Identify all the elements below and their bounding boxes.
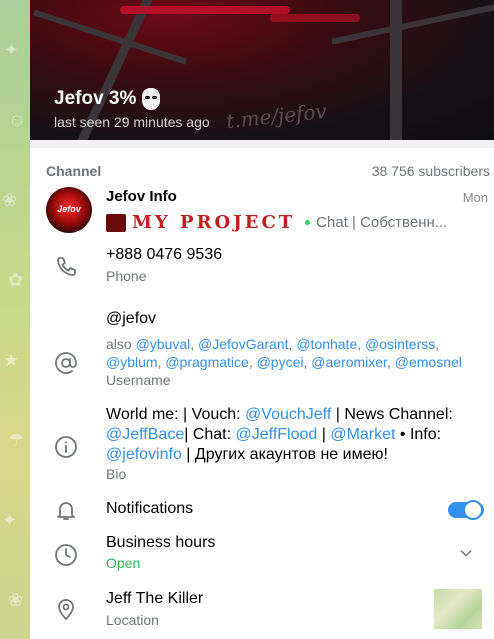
bio-link[interactable]: @Market bbox=[330, 426, 395, 443]
alias-link[interactable]: @osinterss bbox=[365, 336, 435, 352]
channel-section-label: Channel bbox=[46, 163, 102, 179]
business-hours-row[interactable]: Business hours Open bbox=[30, 533, 494, 583]
last-seen-status: last seen 29 minutes ago bbox=[54, 114, 210, 130]
bio-link[interactable]: @JeffFlood bbox=[236, 426, 318, 443]
location-map-thumbnail[interactable] bbox=[434, 589, 482, 629]
channel-name: Jefov Info bbox=[106, 188, 177, 205]
business-hours-status: Open bbox=[106, 555, 141, 571]
phone-icon bbox=[57, 257, 76, 276]
subscriber-count: 38 756 subscribers bbox=[371, 163, 490, 179]
channel-preview-thumbnail bbox=[106, 213, 126, 232]
channel-preview-title: MY PROJECT bbox=[132, 212, 296, 233]
bio-text-segment: | bbox=[317, 426, 331, 443]
alias-link[interactable]: @pycei bbox=[257, 354, 304, 370]
bio-text-segment: • Info: bbox=[395, 426, 442, 443]
linked-channel-item[interactable]: Jefov Jefov Info Mon MY PROJECT Chat | С… bbox=[30, 179, 494, 239]
channel-section-header: Channel 38 756 subscribers bbox=[30, 148, 494, 179]
username-value: @jefov bbox=[106, 310, 157, 327]
location-value: Jeff The Killer bbox=[106, 590, 204, 607]
alias-link[interactable]: @JefovGarant bbox=[198, 336, 288, 352]
bio-link[interactable]: @VouchJeff bbox=[245, 406, 331, 423]
alias-link[interactable]: @yblum bbox=[106, 354, 158, 370]
alias-link[interactable]: @emosnel bbox=[395, 354, 462, 370]
bio-row[interactable]: World me: | Vouch: @VouchJeff | News Cha… bbox=[30, 405, 494, 483]
channel-avatar: Jefov bbox=[46, 187, 92, 233]
alias-link[interactable]: @pragmatice bbox=[165, 354, 248, 370]
notifications-row[interactable]: Notifications bbox=[30, 499, 494, 527]
notifications-toggle[interactable] bbox=[448, 500, 484, 520]
alias-link[interactable]: @ybuval bbox=[136, 336, 191, 352]
notifications-label: Notifications bbox=[106, 500, 194, 517]
channel-preview: MY PROJECT Chat | Собственн... bbox=[106, 212, 447, 233]
bio-text-segment: | Других акаунтов не имею! bbox=[181, 446, 388, 463]
bio-label: Bio bbox=[106, 466, 127, 482]
bio-text: World me: | Vouch: @VouchJeff | News Cha… bbox=[106, 405, 486, 465]
channel-avatar-text: Jefov bbox=[57, 204, 81, 214]
at-icon bbox=[55, 352, 77, 374]
clock-icon bbox=[55, 544, 77, 566]
bio-text-segment: | Chat: bbox=[184, 426, 236, 443]
profile-title: Jefov 3% bbox=[54, 88, 137, 109]
info-icon bbox=[55, 436, 77, 458]
location-pin-icon bbox=[58, 599, 74, 621]
chevron-down-icon[interactable] bbox=[458, 545, 474, 561]
bio-link[interactable]: @jefovinfo bbox=[106, 446, 182, 463]
alias-link[interactable]: @tonhate bbox=[296, 336, 357, 352]
username-row[interactable]: @jefov also @ybuval, @JefovGarant, @tonh… bbox=[30, 309, 494, 389]
online-dot-icon bbox=[305, 220, 311, 225]
section-divider bbox=[30, 140, 494, 148]
phone-label: Phone bbox=[106, 268, 147, 284]
bell-icon bbox=[57, 502, 75, 520]
alias-link[interactable]: @aeromixer bbox=[311, 354, 387, 370]
username-label: Username bbox=[106, 372, 171, 388]
chat-wallpaper: ✦ ☺ ❀ ✿ ★ ☂ ✦ ❀ bbox=[0, 0, 30, 639]
bio-link[interactable]: @JeffBace bbox=[106, 426, 184, 443]
bio-text-segment: | News Channel: bbox=[331, 406, 453, 423]
profile-panel: t.me/jefov Jefov 3% last seen 29 minutes… bbox=[30, 0, 494, 639]
phone-number: +888 0476 9536 bbox=[106, 246, 223, 263]
bio-text-segment: World me: | Vouch: bbox=[106, 406, 246, 423]
location-label: Location bbox=[106, 612, 159, 628]
location-row[interactable]: Jeff The Killer Location bbox=[30, 589, 494, 629]
channel-preview-text: Chat | Собственн... bbox=[316, 214, 448, 231]
phone-row[interactable]: +888 0476 9536 Phone bbox=[30, 245, 494, 289]
cover-watermark: t.me/jefov bbox=[225, 98, 328, 134]
business-hours-label: Business hours bbox=[106, 534, 216, 551]
aliases-prefix: also bbox=[106, 336, 132, 352]
mask-emoji-icon bbox=[142, 88, 161, 110]
channel-date: Mon bbox=[462, 190, 488, 205]
profile-cover: t.me/jefov Jefov 3% last seen 29 minutes… bbox=[30, 0, 494, 140]
username-aliases: also @ybuval, @JefovGarant, @tonhate, @o… bbox=[106, 336, 462, 370]
profile-name: Jefov 3% bbox=[54, 88, 161, 110]
